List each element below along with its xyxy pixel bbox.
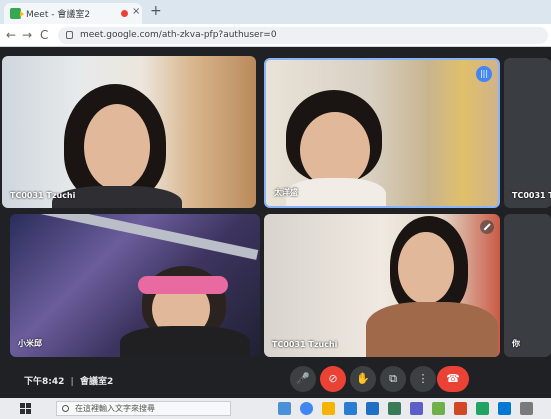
chrome-icon[interactable]: [300, 402, 313, 415]
line-icon[interactable]: [432, 402, 445, 415]
tab-close-icon[interactable]: ×: [132, 6, 140, 17]
participant-tile[interactable]: TC0031 Tzuchi: [264, 214, 500, 357]
participant-tile[interactable]: TC0031 Tzuchi: [2, 56, 256, 208]
participant-tile[interactable]: TC0031 Tzuchi: [504, 58, 551, 208]
self-tile[interactable]: 你: [504, 214, 551, 357]
hang-up-button[interactable]: ☎: [437, 366, 469, 392]
camera-off-button[interactable]: ⊘: [320, 366, 346, 392]
present-screen-button[interactable]: ⧉: [380, 366, 406, 392]
reload-button[interactable]: C: [40, 27, 48, 43]
participant-name: 太洋盛: [274, 188, 298, 197]
back-button[interactable]: ←: [6, 27, 16, 43]
participant-name: TC0031 Tzuchi: [512, 191, 551, 200]
task-view-icon[interactable]: [278, 402, 291, 415]
browser-tabbar: Meet - 會議室2 × +: [0, 0, 551, 24]
app-icon[interactable]: [388, 402, 401, 415]
google-meet-icon: [10, 8, 24, 19]
powerpoint-icon[interactable]: [454, 402, 467, 415]
search-placeholder: 在這裡輸入文字來搜尋: [75, 404, 155, 413]
settings-icon[interactable]: [520, 402, 533, 415]
room-name: 會議室2: [79, 377, 114, 387]
meeting-controls-bar: 下午8:42 | 會議室2 🎤 ⊘ ✋ ⧉ ⋮ ☎: [0, 362, 551, 398]
browser-tab-meet[interactable]: Meet - 會議室2 ×: [4, 3, 142, 24]
background-art: [11, 214, 259, 260]
participant-face: [300, 112, 370, 188]
file-explorer-icon[interactable]: [322, 402, 335, 415]
participant-tile[interactable]: 小米邱: [10, 214, 260, 357]
tab-title: Meet - 會議室2: [26, 10, 91, 20]
screen: Meet - 會議室2 × + ← → C meet.google.com/at…: [0, 0, 551, 419]
participant-face: [84, 104, 150, 190]
participant-body: [366, 302, 498, 357]
windows-taskbar: 在這裡輸入文字來搜尋: [0, 398, 551, 419]
speaking-indicator-icon: |||: [476, 66, 492, 82]
address-bar[interactable]: meet.google.com/ath-zkva-pfp?authuser=0: [58, 27, 548, 44]
browser-toolbar: ← → C meet.google.com/ath-zkva-pfp?authu…: [0, 24, 551, 47]
search-icon: [62, 405, 69, 412]
url-text: meet.google.com/ath-zkva-pfp?authuser=0: [80, 30, 277, 40]
excel-icon[interactable]: [476, 402, 489, 415]
forward-button[interactable]: →: [22, 27, 32, 43]
participant-body: [120, 326, 250, 357]
separator: |: [70, 377, 74, 387]
lock-icon: [66, 31, 73, 39]
time-label: 下午8:42: [24, 377, 65, 387]
muted-icon: [480, 220, 494, 234]
taskbar-search-box[interactable]: 在這裡輸入文字來搜尋: [56, 401, 231, 416]
participant-name: TC0031 Tzuchi: [272, 340, 338, 349]
headphones-band: [138, 276, 228, 294]
participant-name: TC0031 Tzuchi: [10, 191, 76, 200]
participant-name: 你: [512, 339, 520, 348]
microphone-button[interactable]: 🎤: [290, 366, 316, 392]
recording-dot-icon: [121, 10, 128, 17]
participant-face: [398, 232, 454, 304]
teams-icon[interactable]: [410, 402, 423, 415]
raise-hand-button[interactable]: ✋: [350, 366, 376, 392]
edge-icon[interactable]: [498, 402, 511, 415]
participant-name: 小米邱: [18, 339, 42, 348]
more-options-button[interactable]: ⋮: [410, 366, 436, 392]
participant-body: [286, 178, 386, 206]
windows-start-icon[interactable]: [20, 403, 31, 414]
new-tab-button[interactable]: +: [150, 3, 162, 19]
store-icon[interactable]: [366, 402, 379, 415]
participant-tile-active[interactable]: ||| 太洋盛: [264, 58, 500, 208]
word-icon[interactable]: [344, 402, 357, 415]
meeting-time: 下午8:42 | 會議室2: [24, 374, 113, 387]
